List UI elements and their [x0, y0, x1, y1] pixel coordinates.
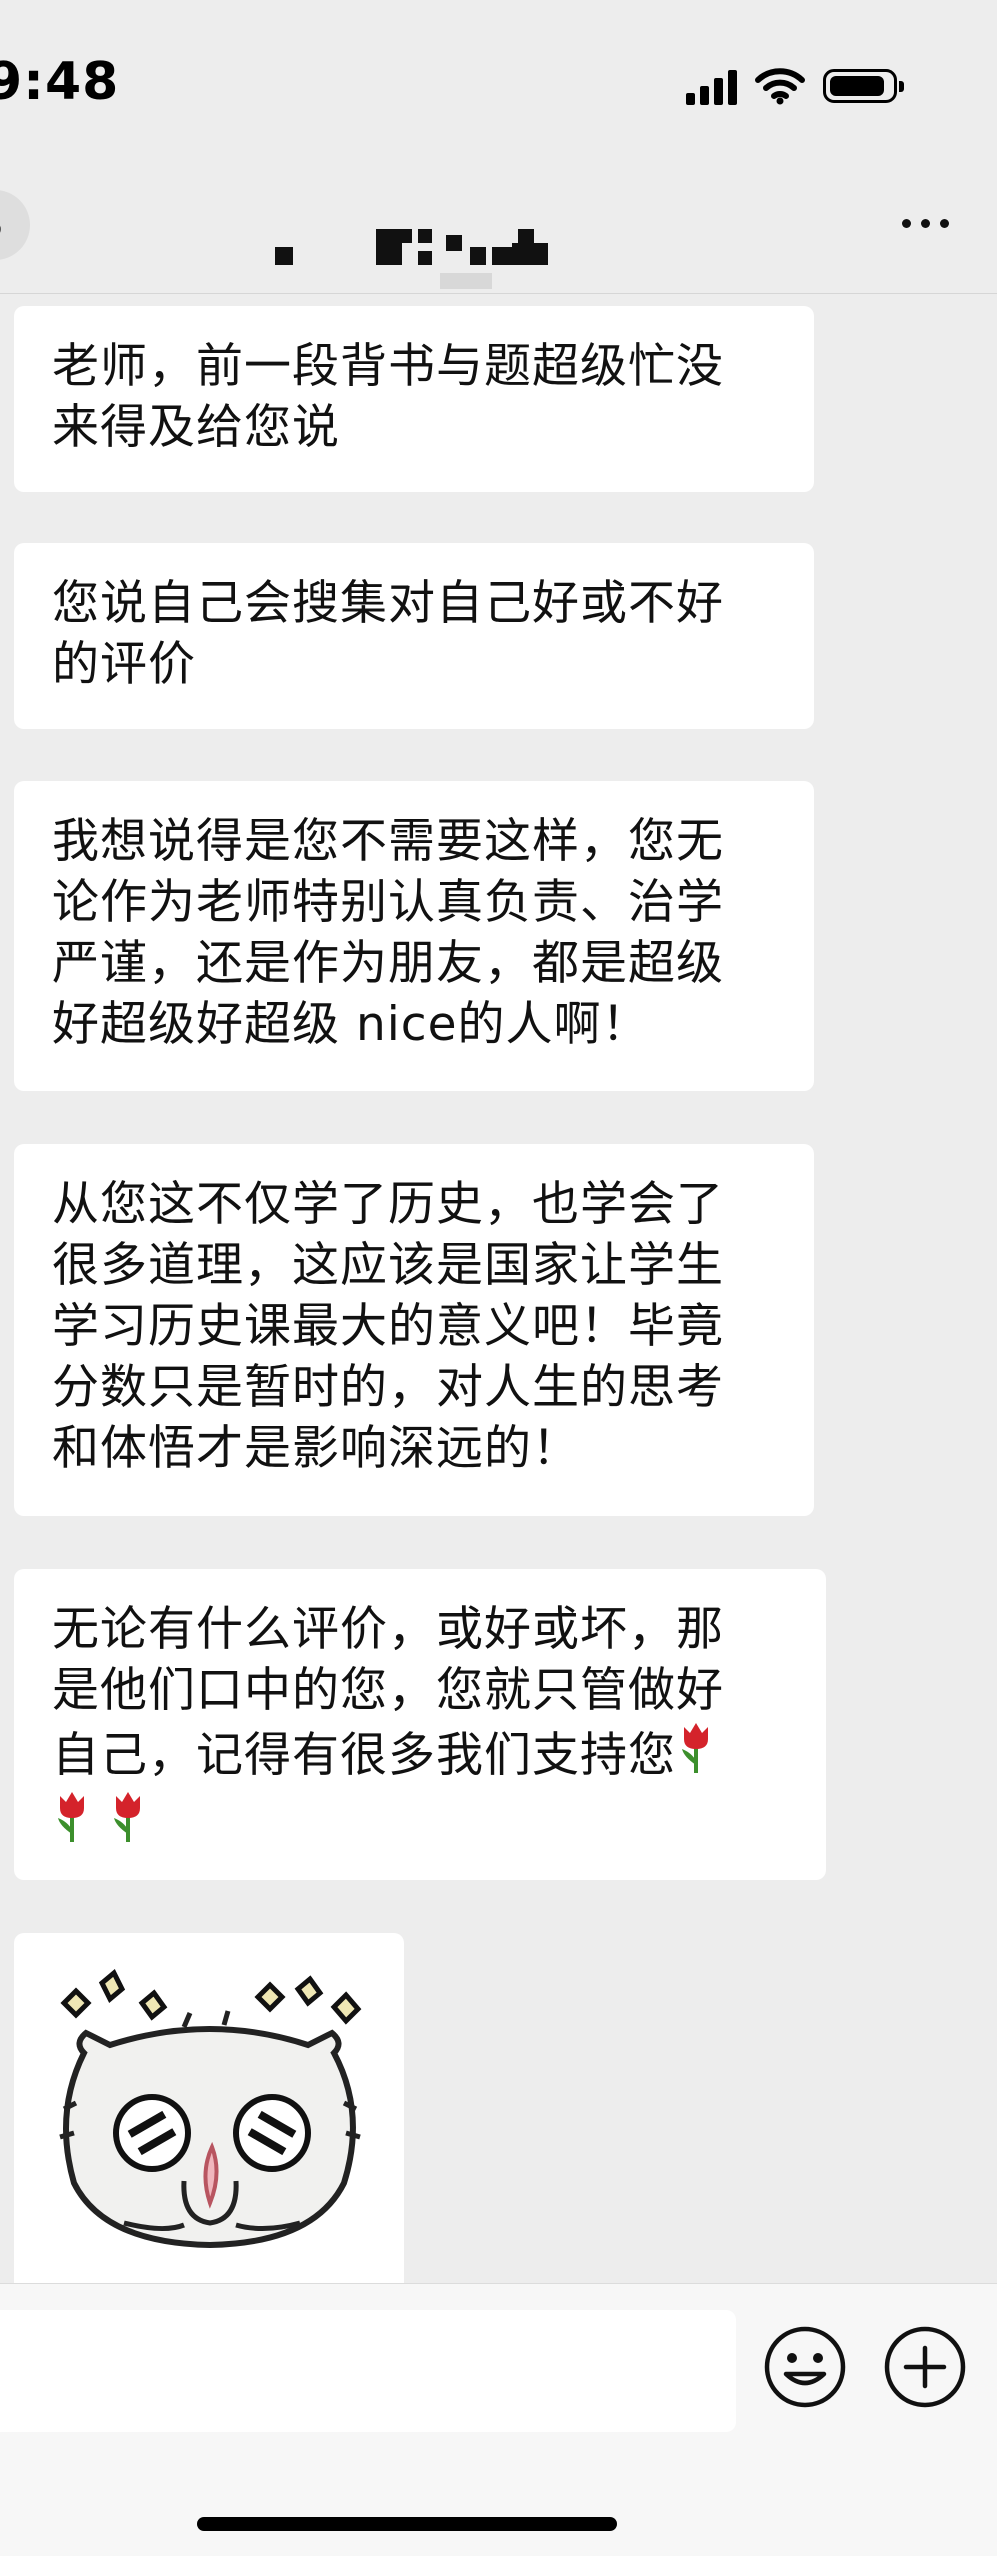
message-text: 我想说得是您不需要这样，您无 论作为老师特别认真负责、治学 严谨，还是作为朋友，… — [52, 814, 724, 1052]
message-text-body: 无论有什么评价，或好或坏，那 是他们口中的您，您就只管做好 自己，记得有很多我们… — [52, 1602, 724, 1783]
more-dots-icon[interactable] — [902, 208, 949, 238]
message-text: 您说自己会搜集对自己好或不好 的评价 — [52, 576, 724, 692]
cellular-signal-icon — [686, 67, 737, 105]
message-bubble[interactable]: 从您这不仅学了历史，也学会了 很多道理，这应该是国家让学生 学习历史课最大的意义… — [14, 1144, 814, 1516]
message-bubble[interactable]: 您说自己会搜集对自己好或不好 的评价 — [14, 543, 814, 729]
emoji-button[interactable] — [762, 2324, 848, 2410]
chat-header: 5 — [0, 160, 997, 290]
wifi-icon — [755, 68, 805, 105]
tulip-icon — [52, 1790, 92, 1859]
battery-icon — [823, 69, 904, 103]
home-indicator[interactable] — [197, 2517, 617, 2531]
status-time: 9:48 — [0, 52, 120, 112]
message-text: 从您这不仅学了历史，也学会了 很多道理，这应该是国家让学生 学习历史课最大的意义… — [52, 1177, 724, 1476]
header-divider — [0, 293, 997, 294]
unread-count: 5 — [0, 206, 4, 246]
chat-screen: 9:48 5 — [0, 0, 997, 2556]
sticker-message[interactable] — [14, 1933, 404, 2293]
message-bubble[interactable]: 老师，前一段背书与题超级忙没 来得及给您说 — [14, 306, 814, 492]
smiley-icon — [764, 2326, 846, 2408]
plus-button[interactable] — [882, 2324, 968, 2410]
battery-cap — [899, 81, 904, 92]
plus-circle-icon — [884, 2326, 966, 2408]
back-button[interactable]: 5 — [0, 190, 30, 260]
cat-sticker-image — [59, 1969, 362, 2249]
redacted-chat-title — [270, 205, 590, 295]
input-bar — [0, 2283, 997, 2556]
status-icons — [686, 62, 904, 110]
tulip-icon — [108, 1790, 148, 1859]
message-text-line — [52, 1790, 792, 1859]
message-bubble[interactable]: 无论有什么评价，或好或坏，那 是他们口中的您，您就只管做好 自己，记得有很多我们… — [14, 1569, 826, 1880]
message-text: 老师，前一段背书与题超级忙没 来得及给您说 — [52, 339, 724, 455]
battery-level — [830, 76, 884, 96]
tulip-icon — [676, 1721, 716, 1790]
message-bubble[interactable]: 我想说得是您不需要这样，您无 论作为老师特别认真负责、治学 严谨，还是作为朋友，… — [14, 781, 814, 1091]
status-bar: 9:48 — [0, 0, 997, 160]
message-input[interactable] — [0, 2310, 736, 2432]
message-text: 无论有什么评价，或好或坏，那 是他们口中的您，您就只管做好 自己，记得有很多我们… — [52, 1599, 792, 1790]
